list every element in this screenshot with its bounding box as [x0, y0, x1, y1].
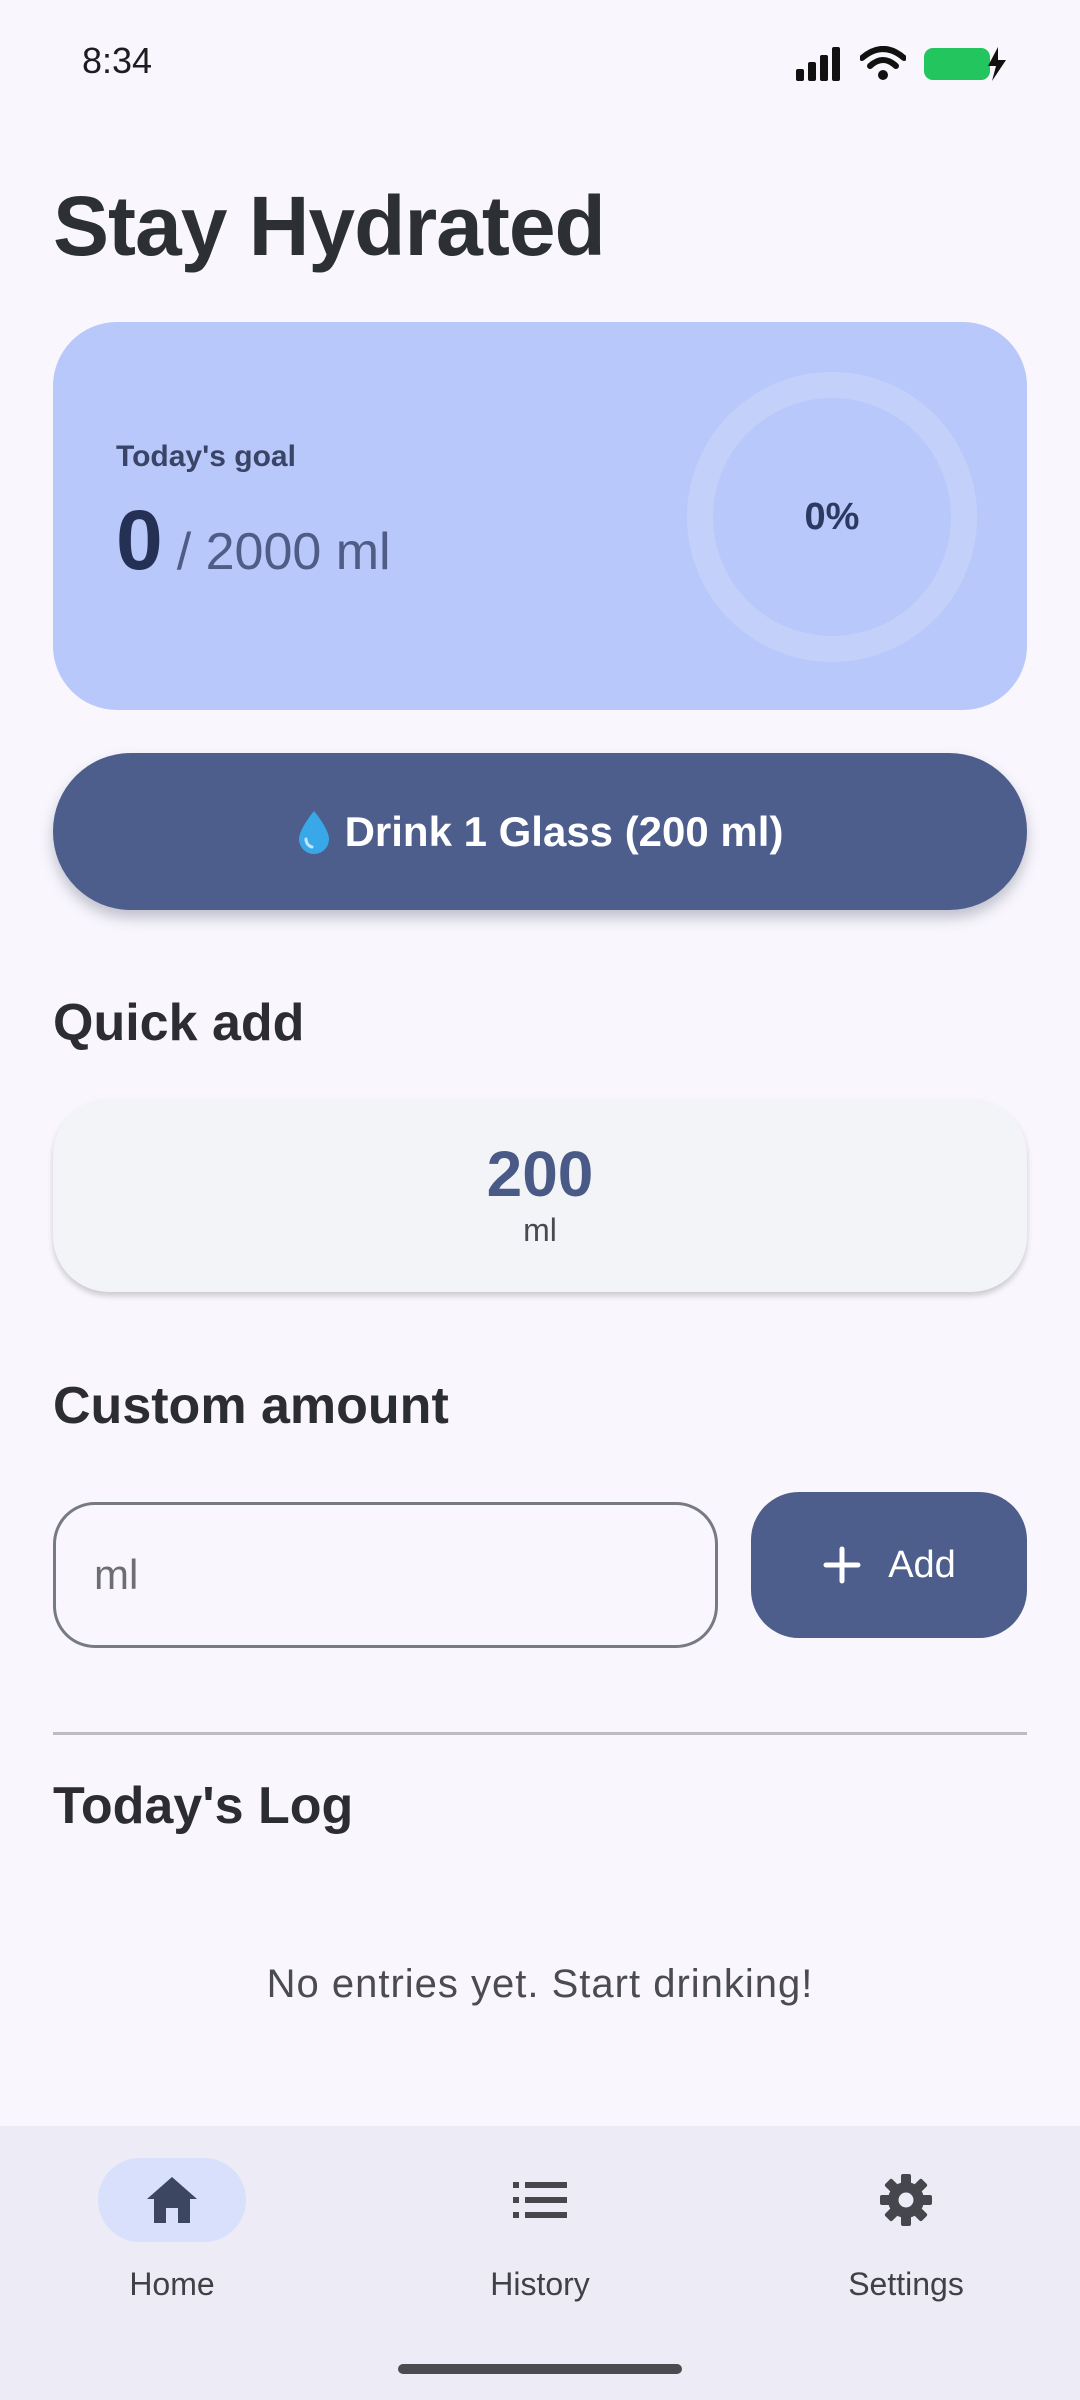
add-custom-button[interactable]: Add	[751, 1492, 1027, 1638]
signal-icon	[796, 47, 840, 81]
home-icon	[147, 2177, 197, 2223]
goal-total-amount: / 2000 ml	[176, 523, 391, 581]
quick-add-title: Quick add	[53, 994, 305, 1052]
water-drop-icon	[298, 810, 329, 854]
drink-glass-label: Drink 1 Glass (200 ml)	[344, 807, 784, 855]
goal-amount: 0 / 2000 ml	[116, 492, 391, 589]
nav-label-settings: Settings	[848, 2266, 964, 2302]
status-icons	[796, 40, 1008, 88]
home-indicator-handle[interactable]	[398, 2364, 682, 2374]
gear-icon	[880, 2174, 932, 2226]
goal-card: Today's goal 0 / 2000 ml 0%	[53, 322, 1027, 710]
nav-item-history[interactable]: History	[390, 2158, 690, 2318]
list-icon	[513, 2182, 567, 2218]
status-bar: 8:34	[0, 0, 1080, 130]
wifi-icon	[860, 46, 906, 80]
log-empty-message: No entries yet. Start drinking!	[266, 1962, 814, 2006]
goal-label: Today's goal	[116, 440, 296, 473]
page-title: Stay Hydrated	[53, 179, 606, 273]
quick-add-value: 200	[486, 1138, 594, 1210]
nav-item-settings[interactable]: Settings	[756, 2158, 1056, 2318]
nav-label-history: History	[490, 2266, 590, 2302]
quick-add-unit: ml	[523, 1212, 557, 1248]
bottom-navigation: Home History Settings	[0, 2126, 1080, 2400]
custom-amount-input[interactable]	[53, 1502, 718, 1648]
app-screen: 8:34 Stay Hydrated Today's goal 0 / 2000…	[0, 0, 1080, 2400]
nav-active-indicator	[98, 2158, 246, 2242]
progress-percent: 0%	[804, 495, 860, 538]
section-divider	[53, 1732, 1027, 1735]
todays-log-title: Today's Log	[53, 1777, 354, 1835]
custom-amount-title: Custom amount	[53, 1377, 449, 1435]
drink-glass-button[interactable]: Drink 1 Glass (200 ml)	[53, 753, 1027, 910]
battery-charging-icon	[924, 47, 1006, 81]
goal-current-amount: 0	[116, 493, 163, 587]
quick-add-200-chip[interactable]: 200 ml	[53, 1099, 1027, 1292]
nav-label-home: Home	[129, 2266, 215, 2302]
nav-item-home[interactable]: Home	[22, 2158, 322, 2318]
status-time: 8:34	[82, 40, 153, 81]
plus-icon	[823, 1546, 861, 1584]
add-button-label: Add	[888, 1543, 956, 1586]
